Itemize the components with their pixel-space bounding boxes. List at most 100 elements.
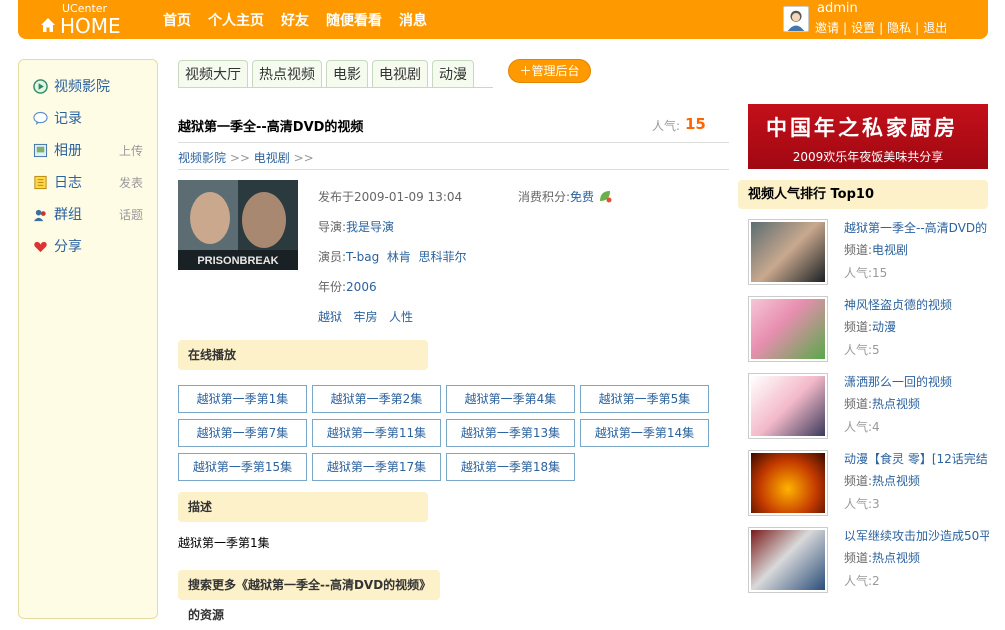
channel-link[interactable]: 热点视频 — [872, 551, 920, 565]
sidebar-item-video[interactable]: 视频影院 — [33, 76, 110, 96]
breadcrumb-video[interactable]: 视频影院 — [178, 151, 226, 165]
channel-link[interactable]: 热点视频 — [872, 474, 920, 488]
banner-subline: 2009欢乐年夜饭美味共分享 — [792, 150, 944, 164]
actor-link[interactable]: 思科菲尔 — [419, 250, 467, 264]
sidebar-item-share[interactable]: 分享 — [33, 236, 82, 256]
house-icon — [41, 18, 55, 32]
ranking-title[interactable]: 潇洒那么一回的视频 — [844, 373, 989, 390]
actor-link[interactable]: 林肯 — [387, 250, 411, 264]
tag-link[interactable]: 牢房 — [353, 310, 377, 324]
ad-banner[interactable]: 中国年之私家厨房 2009欢乐年夜饭美味共分享 — [748, 104, 988, 169]
tag-link[interactable]: 人性 — [389, 310, 413, 324]
episode-button[interactable]: 越狱第一季第18集 — [446, 453, 575, 481]
tab-video-hall[interactable]: 视频大厅 — [178, 60, 248, 88]
settings-link[interactable]: 设置 — [851, 21, 875, 35]
nav-browse[interactable]: 随便看看 — [326, 10, 382, 30]
ranking-thumbnail[interactable] — [748, 450, 828, 516]
sidebar-item-blog[interactable]: 日志 — [33, 172, 82, 192]
photo-album-icon — [33, 143, 48, 157]
top-header: UCenter HOME 首页 个人主页 好友 随便看看 消息 admin 邀请… — [18, 0, 988, 39]
ranking-thumbnail[interactable] — [748, 373, 828, 439]
ranking-item: 潇洒那么一回的视频 频道:热点视频 人气:4 — [748, 373, 998, 443]
invite-link[interactable]: 邀请 — [815, 21, 839, 35]
ranking-popularity: 人气:2 — [844, 572, 880, 589]
tab-tv-series[interactable]: 电视剧 — [372, 60, 428, 88]
notebook-icon — [34, 175, 47, 189]
tab-hot-video[interactable]: 热点视频 — [252, 60, 322, 88]
ranking-item: 动漫【食灵 零】[12话完结 频道:热点视频 人气:3 — [748, 450, 998, 520]
admin-panel-label: 管理后台 — [531, 64, 580, 78]
director-label: 导演: — [318, 220, 347, 234]
ranking-heading: 视频人气排行 Top10 — [738, 180, 988, 209]
plus-icon: ＋ — [519, 64, 532, 78]
ranking-popularity: 人气:5 — [844, 341, 880, 358]
topic-link[interactable]: 话题 — [119, 206, 143, 223]
ranking-title[interactable]: 越狱第一季全--高清DVD的 — [844, 219, 989, 236]
episode-button[interactable]: 越狱第一季第14集 — [580, 419, 709, 447]
nav-home[interactable]: 首页 — [163, 10, 191, 30]
ranking-channel: 频道:热点视频 — [844, 549, 920, 566]
avatar[interactable] — [783, 6, 809, 32]
separator: | — [843, 21, 848, 35]
actor-link[interactable]: T-bag — [346, 250, 379, 264]
video-poster[interactable]: PRISONBREAK — [178, 180, 298, 270]
ranking-channel: 频道:电视剧 — [844, 241, 908, 258]
pop-value: 3 — [872, 497, 880, 511]
sidebar-item-group[interactable]: 群组 — [33, 204, 82, 224]
tab-anime[interactable]: 动漫 — [432, 60, 474, 88]
channel-link[interactable]: 热点视频 — [872, 397, 920, 411]
admin-panel-button[interactable]: ＋管理后台 — [508, 59, 591, 83]
nav-friends[interactable]: 好友 — [281, 10, 309, 30]
director-link[interactable]: 我是导演 — [346, 220, 394, 234]
episode-button[interactable]: 越狱第一季第4集 — [446, 385, 575, 413]
channel-link[interactable]: 电视剧 — [872, 243, 908, 257]
pop-value: 4 — [872, 420, 880, 434]
post-link[interactable]: 发表 — [119, 174, 143, 191]
episode-button[interactable]: 越狱第一季第17集 — [312, 453, 441, 481]
sidebar-item-label: 相册 — [54, 143, 82, 159]
episode-button[interactable]: 越狱第一季第2集 — [312, 385, 441, 413]
ranking-title[interactable]: 以军继续攻击加沙造成50平 — [844, 527, 989, 544]
ranking-thumbnail[interactable] — [748, 296, 828, 362]
actors-row: 演员:T-bag 林肯 思科菲尔 — [318, 248, 467, 265]
banner-headline: 中国年之私家厨房 — [766, 115, 958, 140]
channel-link[interactable]: 动漫 — [872, 320, 896, 334]
ranking-item: 神风怪盗贞德的视频 频道:动漫 人气:5 — [748, 296, 998, 366]
privacy-link[interactable]: 隐私 — [887, 21, 911, 35]
play-icon — [33, 78, 48, 94]
nav-messages[interactable]: 消息 — [399, 10, 427, 30]
popularity-label: 人气: — [652, 119, 681, 133]
tab-movie[interactable]: 电影 — [326, 60, 368, 88]
upload-link[interactable]: 上传 — [119, 142, 143, 159]
description-text: 越狱第一季第1集 — [178, 536, 270, 550]
episode-button[interactable]: 越狱第一季第13集 — [446, 419, 575, 447]
sidebar-item-record[interactable]: 记录 — [33, 108, 82, 128]
tag-link[interactable]: 越狱 — [318, 310, 342, 324]
divider — [178, 142, 729, 143]
separator: | — [915, 21, 920, 35]
ranking-item: 越狱第一季全--高清DVD的 频道:电视剧 人气:15 — [748, 219, 998, 289]
channel-label: 频道: — [844, 474, 873, 488]
episode-button[interactable]: 越狱第一季第5集 — [580, 385, 709, 413]
channel-label: 频道: — [844, 397, 873, 411]
sidebar-item-album[interactable]: 相册 — [33, 140, 82, 160]
channel-label: 频道: — [844, 243, 873, 257]
year-link[interactable]: 2006 — [346, 280, 377, 294]
separator: | — [879, 21, 884, 35]
sidebar-item-label: 视频影院 — [54, 79, 110, 95]
episode-button[interactable]: 越狱第一季第15集 — [178, 453, 307, 481]
ranking-thumbnail[interactable] — [748, 527, 828, 593]
ranking-title[interactable]: 动漫【食灵 零】[12话完结 — [844, 450, 989, 467]
heart-share-icon — [34, 241, 47, 252]
logout-link[interactable]: 退出 — [923, 21, 947, 35]
ranking-thumbnail[interactable] — [748, 219, 828, 285]
nav-profile[interactable]: 个人主页 — [208, 10, 264, 30]
breadcrumb-tv[interactable]: 电视剧 — [254, 151, 290, 165]
cost-label: 消费积分: — [518, 190, 571, 204]
ranking-title[interactable]: 神风怪盗贞德的视频 — [844, 296, 989, 313]
search-more-heading: 搜索更多《越狱第一季全--高清DVD的视频》的资源 — [178, 570, 440, 622]
username-link[interactable]: admin — [817, 1, 858, 16]
episode-button[interactable]: 越狱第一季第7集 — [178, 419, 307, 447]
episode-button[interactable]: 越狱第一季第1集 — [178, 385, 307, 413]
episode-button[interactable]: 越狱第一季第11集 — [312, 419, 441, 447]
